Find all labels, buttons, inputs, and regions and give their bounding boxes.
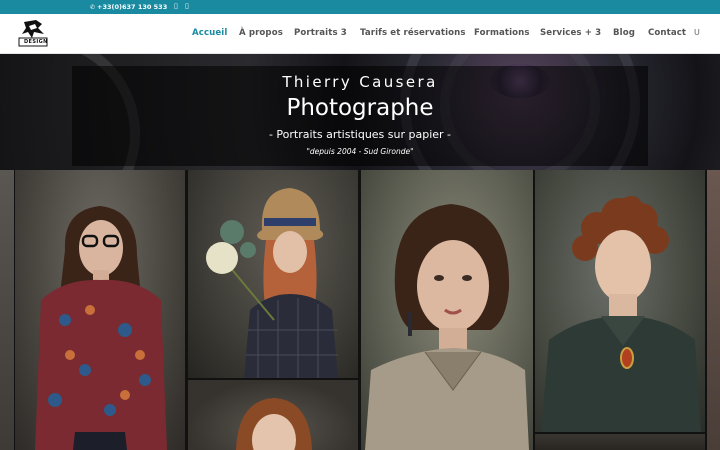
nav-accueil[interactable]: Accueil: [192, 28, 227, 38]
logo-icon: [18, 20, 48, 47]
nav-tarifs-reservations[interactable]: Tarifs et réservations: [360, 28, 466, 38]
phone-number: +33(0)637 130 533: [97, 3, 168, 11]
hero-title: Photographe: [286, 95, 434, 121]
hero-subtitle: - Portraits artistiques sur papier -: [268, 128, 452, 141]
portrait-young-man: [541, 196, 701, 432]
portrait-photo[interactable]: [707, 170, 720, 450]
phone-link[interactable]: ✆ +33(0)637 130 533: [90, 3, 167, 11]
nav-a-propos[interactable]: À propos: [239, 28, 283, 38]
portrait-photo[interactable]: [535, 434, 705, 450]
portrait-photo[interactable]: [188, 380, 358, 450]
portrait-woman-glasses: [35, 206, 167, 450]
hero-tagline: "depuis 2004 - Sud Gironde": [306, 147, 414, 156]
portrait-photo[interactable]: [0, 170, 14, 450]
hero-banner: Thierry Causera Photographe - Portraits …: [0, 54, 720, 170]
portrait-photo[interactable]: [15, 170, 185, 450]
hero-overlay: Thierry Causera Photographe - Portraits …: [72, 66, 648, 166]
nav-blog[interactable]: Blog: [613, 28, 635, 38]
nav-portraits[interactable]: Portraits 3: [294, 28, 347, 38]
nav-contact[interactable]: Contact: [648, 28, 686, 38]
nav-formations[interactable]: Formations: [474, 28, 530, 38]
portrait-photo[interactable]: [535, 170, 705, 432]
portrait-girl-hat: [206, 188, 338, 378]
photographer-name: Thierry Causera: [282, 73, 438, 91]
portrait-gallery: [0, 170, 720, 450]
nav-services[interactable]: Services + 3: [540, 28, 601, 38]
portrait-young-woman: [365, 204, 529, 450]
phone-icon: ✆: [90, 3, 96, 11]
portrait-redhead-partial: [236, 398, 312, 450]
site-logo[interactable]: DESIGN: [16, 18, 50, 50]
site-header: DESIGN Accueil À propos Portraits 3 Tari…: [0, 14, 720, 54]
search-icon[interactable]: U: [694, 28, 700, 37]
top-bar: ✆ +33(0)637 130 533 ▯ ▯: [0, 0, 720, 14]
portrait-photo[interactable]: [361, 170, 533, 450]
instagram-icon[interactable]: ▯: [185, 2, 189, 10]
portrait-photo[interactable]: [188, 170, 358, 378]
facebook-icon[interactable]: ▯: [174, 2, 178, 10]
logo-text: DESIGN: [24, 39, 48, 45]
